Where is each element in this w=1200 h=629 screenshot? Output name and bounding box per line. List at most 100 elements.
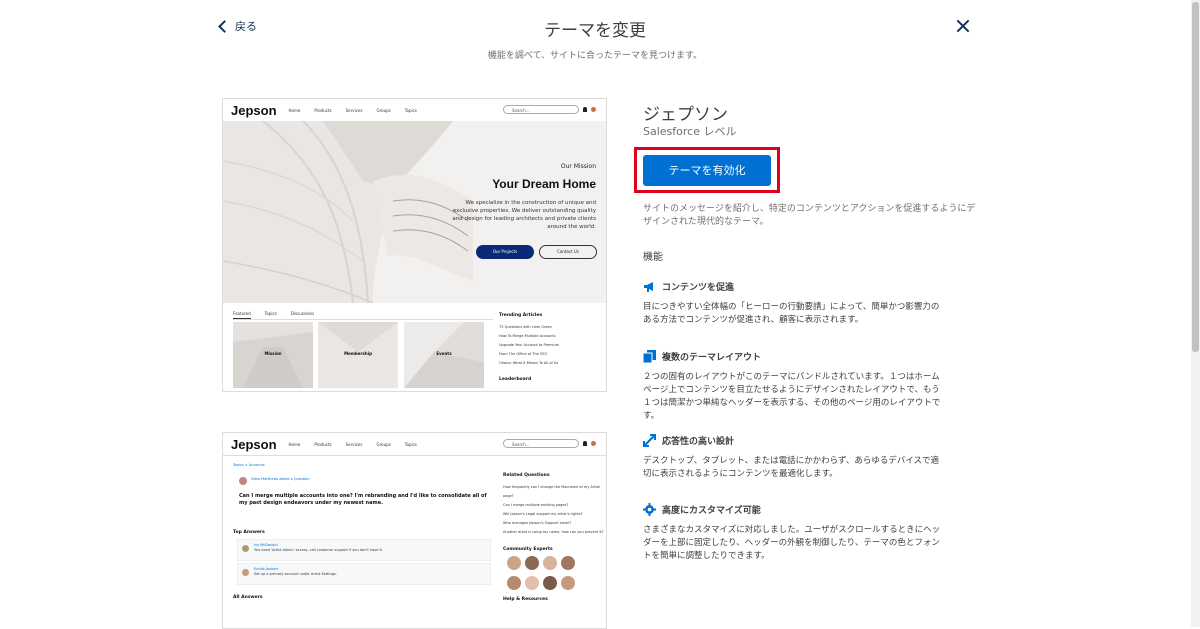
avatar: [591, 441, 596, 446]
feature-item: コンテンツを促進 目につきやすい全体幅の「ヒーローの行動要請」によって、簡単かつ…: [643, 280, 943, 327]
answer-text: Emilio Jaubert Set up a primary account …: [254, 567, 337, 577]
avatar: [543, 556, 557, 570]
all-answers-title: All Answers: [233, 595, 263, 600]
hero-description: We specialize in the construction of uni…: [452, 200, 596, 230]
avatar: [239, 477, 247, 485]
avatar: [507, 556, 521, 570]
preview-tab: Topics: [264, 311, 277, 316]
feature-item: 複数のテーマレイアウト ２つの固有のレイアウトがこのテーマにバンドルされています…: [642, 350, 943, 423]
preview-nav-item: Services: [345, 441, 363, 447]
trending-item: 75 Questions with Liam Green: [499, 325, 552, 329]
feature-title: 複数のテーマレイアウト: [662, 353, 762, 363]
preview-nav: Jepson Home Products Services Groups Top…: [223, 99, 606, 121]
feature-item: 応答性の高い設計 デスクトップ、タブレット、または電話にかかわらず、あらゆるデバ…: [643, 434, 943, 481]
theme-name: ジェプソン: [643, 105, 728, 125]
feature-body: さまざまなカスタマイズに対応しました。ユーザがスクロールするときにヘッダーを上部…: [643, 525, 941, 561]
scrollbar-thumb[interactable]: [1192, 2, 1199, 352]
page-scrollbar[interactable]: [1191, 0, 1200, 627]
feature-header: 高度にカスタマイズ可能: [643, 503, 943, 516]
related-item: Who manages Jepson's Support email?: [503, 521, 572, 525]
avatar: [543, 576, 557, 590]
answer-card: Ivy McDonald You need 'Artist Admin' acc…: [237, 539, 491, 561]
trending-title: Trending Articles: [499, 313, 543, 318]
preview-brand: Jepson: [231, 102, 277, 118]
tile-label: Mission: [264, 351, 282, 356]
preview-tile: Membership: [318, 322, 398, 388]
feature-title: 高度にカスタマイズ可能: [662, 506, 761, 516]
preview-tile: Events: [404, 322, 484, 388]
hero-mission: Our Mission: [560, 163, 596, 170]
avatar: [561, 556, 575, 570]
feature-body: デスクトップ、タブレット、または電話にかかわらず、あらゆるデバイスで適切に表示さ…: [643, 456, 940, 479]
avatar: [525, 556, 539, 570]
feature-body: 目につきやすい全体幅の「ヒーローの行動要請」によって、簡単かつ影響力のある方法で…: [643, 302, 940, 325]
bell-icon: [583, 107, 587, 112]
related-item: How frequently can I change the Macname …: [503, 485, 600, 498]
tile-label: Events: [436, 351, 452, 356]
theme-level: Salesforce レベル: [643, 125, 737, 138]
preview-nav-item: Groups: [376, 107, 391, 113]
related-item: Can I merge multiple existing pages?: [503, 503, 569, 507]
features-heading: 機能: [643, 252, 663, 263]
related-item: Another artist is using my name, how can…: [503, 530, 604, 534]
breadcrumb: Topics > Accounts: [233, 463, 265, 467]
feature-header: コンテンツを促進: [643, 280, 943, 293]
close-icon[interactable]: [955, 18, 971, 34]
answer-card: Emilio Jaubert Set up a primary account …: [237, 563, 491, 585]
hero-primary-button: Our Projects: [476, 245, 534, 259]
bell-icon: [583, 441, 587, 446]
gear-icon: [643, 503, 656, 516]
page-title: テーマを変更: [544, 21, 646, 41]
trending-item: Ohana: What It Means To All of Us: [499, 361, 559, 365]
theme-preview-home: Jepson Home Products Services Groups Top…: [222, 98, 607, 392]
question-text: Can I merge multiple accounts into one? …: [239, 493, 487, 506]
preview-search: Search...: [503, 105, 579, 114]
experts-title: Community Experts: [503, 547, 553, 552]
related-title: Related Questions: [503, 473, 550, 478]
preview-nav-item: Products: [314, 441, 332, 447]
related-list: How frequently can I change the Macname …: [503, 483, 606, 537]
feature-body: ２つの固有のレイアウトがこのテーマにバンドルされています。１つはホームページ上で…: [643, 372, 941, 421]
feature-title: コンテンツを促進: [662, 283, 735, 293]
answer-text: Ivy McDonald You need 'Artist Admin' acc…: [254, 543, 383, 553]
avatar: [242, 545, 249, 552]
avatar: [507, 576, 521, 590]
trending-item: How To Merge Multiple Accounts: [499, 334, 556, 338]
preview-tabs: Featured Topics Discussions: [233, 311, 314, 319]
preview-nav-item: Topics: [404, 441, 417, 447]
activate-theme-button[interactable]: テーマを有効化: [643, 155, 771, 186]
feature-title: 応答性の高い設計: [662, 437, 735, 447]
answer-body: Set up a primary account under Artist Se…: [254, 572, 337, 576]
avatar: [561, 576, 575, 590]
answer-body: You need 'Artist Admin' access, call cus…: [254, 548, 384, 552]
preview-nav-item: Topics: [404, 107, 417, 113]
preview-search: Search...: [503, 439, 579, 448]
theme-summary: サイトのメッセージを紹介し、特定のコンテンツとアクションを促進するようにデザイン…: [643, 204, 976, 227]
preview-nav: Jepson Home Products Services Groups Top…: [223, 433, 606, 455]
preview-nav-item: Products: [314, 107, 332, 113]
feature-item: 高度にカスタマイズ可能 さまざまなカスタマイズに対応しました。ユーザがスクロール…: [643, 503, 943, 563]
divider: [223, 455, 606, 456]
leaderboard-title: Leaderboard: [499, 377, 532, 382]
megaphone-icon: [643, 280, 656, 293]
help-title: Help & Resources: [503, 597, 548, 602]
trending-item: From The Office of The CEO: [499, 352, 548, 356]
preview-brand: Jepson: [231, 436, 277, 452]
top-answers-title: Top Answers: [233, 530, 265, 535]
expand-icon: [643, 434, 656, 447]
trending-item: Upgrade Your Account to Premium: [499, 343, 560, 347]
theme-preview-inner: Jepson Home Products Services Groups Top…: [222, 432, 607, 629]
related-item: Will Jepson's Legal support my artist's …: [503, 512, 583, 516]
divider: [233, 319, 493, 320]
hero-secondary-button: Contact Us: [539, 245, 597, 259]
preview-tab: Discussions: [290, 311, 315, 316]
avatar: [242, 569, 249, 576]
trending-list: 75 Questions with Liam Green How To Merg…: [499, 323, 559, 368]
preview-nav-item: Groups: [376, 441, 391, 447]
hero-title: Your Dream Home: [492, 177, 596, 191]
experts-grid: [505, 555, 595, 595]
feature-header: 複数のテーマレイアウト: [642, 350, 943, 364]
asker-name: Drew Matthews asked a Question: [251, 477, 310, 481]
avatar: [525, 576, 539, 590]
preview-nav-item: Services: [345, 107, 363, 113]
